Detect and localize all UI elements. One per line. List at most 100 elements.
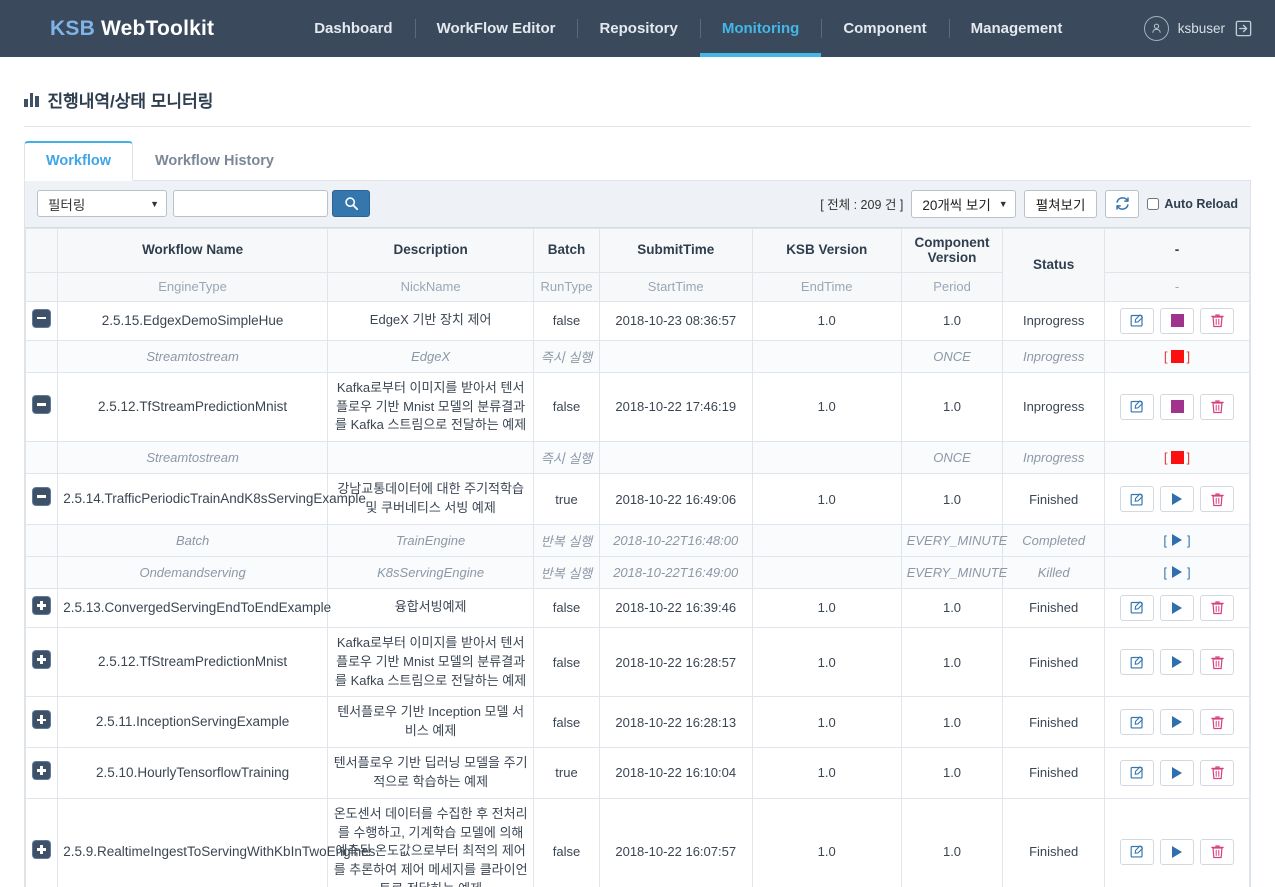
delete-button[interactable] bbox=[1200, 393, 1234, 420]
avatar-icon bbox=[1143, 16, 1169, 41]
page-header: 진행내역/상태 모니터링 bbox=[0, 57, 1275, 127]
nav-item-repository[interactable]: Repository bbox=[577, 0, 699, 57]
stop-button[interactable] bbox=[1160, 307, 1194, 334]
table-row: 2.5.12.TfStreamPredictionMnist Kafka로부터 이… bbox=[24, 371, 1250, 443]
expand-all-button[interactable]: 펼쳐보기 bbox=[1023, 189, 1098, 218]
cell-description: 텐서플로우 기반 딥러닝 모델을 주기적으로 학습하는 예제 bbox=[326, 747, 535, 799]
nav-item-management[interactable]: Management bbox=[948, 0, 1085, 57]
sub-expand-cell bbox=[24, 441, 59, 475]
run-button[interactable] bbox=[1160, 759, 1194, 786]
run-icon bbox=[1172, 566, 1182, 579]
edit-button[interactable] bbox=[1120, 393, 1154, 420]
edit-button[interactable] bbox=[1120, 307, 1154, 334]
row-expand-cell[interactable] bbox=[24, 626, 59, 698]
collapse-row-button[interactable] bbox=[33, 395, 51, 413]
th-component-version: Component Version bbox=[900, 227, 1004, 274]
delete-button[interactable] bbox=[1200, 709, 1234, 736]
edit-button[interactable] bbox=[1120, 486, 1154, 513]
row-expand-cell[interactable] bbox=[24, 473, 59, 525]
th-engine-type: EngineType bbox=[57, 272, 328, 302]
expand-row-button[interactable] bbox=[33, 651, 51, 669]
nav-item-workflow-editor[interactable]: WorkFlow Editor bbox=[414, 0, 578, 57]
total-count-label: [ 전체 : 209 건 ] bbox=[820, 198, 904, 212]
page-size-select[interactable]: 20개씩 보기 ▼ bbox=[911, 189, 1016, 218]
row-expand-cell[interactable] bbox=[24, 696, 59, 749]
username-label: ksbuser bbox=[1177, 21, 1225, 36]
run-icon bbox=[1172, 601, 1182, 614]
run-icon bbox=[1172, 534, 1182, 547]
table-row: 2.5.12.TfStreamPredictionMnist Kafka로부터 이… bbox=[24, 626, 1250, 698]
sub-stop-action[interactable]: [] bbox=[1110, 450, 1244, 465]
cell-submit-time: 2018-10-22 17:46:19 bbox=[598, 371, 753, 443]
th-ksb-version: KSB Version bbox=[751, 227, 902, 274]
cell-actions bbox=[1104, 300, 1250, 341]
cell-component-version: 1.0 bbox=[900, 300, 1004, 341]
row-expand-cell[interactable] bbox=[24, 797, 59, 887]
page-size-label: 20개씩 보기 bbox=[922, 197, 991, 213]
edit-button[interactable] bbox=[1120, 594, 1154, 621]
run-button[interactable] bbox=[1160, 594, 1194, 621]
page-title-row: 진행내역/상태 모니터링 bbox=[24, 87, 1251, 126]
edit-button[interactable] bbox=[1120, 649, 1154, 676]
run-button[interactable] bbox=[1160, 649, 1194, 676]
filter-select[interactable]: 필터링 ▼ bbox=[37, 190, 167, 217]
cell-run-type: 반복 실행 bbox=[533, 555, 600, 589]
delete-button[interactable] bbox=[1200, 594, 1234, 621]
nav-item-component[interactable]: Component bbox=[821, 0, 948, 57]
sub-run-action[interactable]: [] bbox=[1110, 533, 1244, 548]
cell-ksb-version: 1.0 bbox=[751, 797, 902, 887]
search-button[interactable] bbox=[332, 190, 370, 217]
cell-engine-type: Batch bbox=[57, 523, 328, 557]
cell-batch: false bbox=[533, 371, 600, 443]
tab-workflow[interactable]: Workflow bbox=[24, 141, 133, 181]
delete-button[interactable] bbox=[1200, 649, 1234, 676]
row-expand-cell[interactable] bbox=[24, 300, 59, 341]
tab-bar: Workflow Workflow History bbox=[0, 127, 1275, 181]
status-badge: Finished bbox=[1002, 587, 1105, 628]
run-button[interactable] bbox=[1160, 838, 1194, 865]
th-period: Period bbox=[900, 272, 1004, 302]
edit-button[interactable] bbox=[1120, 759, 1154, 786]
sub-stop-action[interactable]: [] bbox=[1110, 349, 1244, 364]
edit-button[interactable] bbox=[1120, 709, 1154, 736]
cell-submit-time: 2018-10-22 16:49:06 bbox=[598, 473, 753, 525]
sub-status-badge: Killed bbox=[1002, 555, 1105, 589]
nav-item-monitoring[interactable]: Monitoring bbox=[699, 0, 822, 57]
row-expand-cell[interactable] bbox=[24, 747, 59, 799]
expand-row-button[interactable] bbox=[33, 761, 51, 779]
collapse-row-button[interactable] bbox=[33, 488, 51, 506]
expand-row-button[interactable] bbox=[33, 596, 51, 614]
cell-workflow-name: 2.5.15.EdgexDemoSimpleHue bbox=[57, 300, 328, 341]
expand-row-button[interactable] bbox=[33, 711, 51, 729]
cell-batch: false bbox=[533, 696, 600, 749]
search-input[interactable] bbox=[173, 190, 328, 217]
delete-button[interactable] bbox=[1200, 307, 1234, 334]
delete-button[interactable] bbox=[1200, 838, 1234, 865]
cell-period: EVERY_MINUTE bbox=[900, 523, 1007, 557]
row-expand-cell[interactable] bbox=[24, 587, 59, 628]
table-row: 2.5.14.TrafficPeriodicTrainAndK8sServing… bbox=[24, 473, 1250, 525]
auto-reload-toggle[interactable]: Auto Reload bbox=[1147, 197, 1238, 211]
expand-row-button[interactable] bbox=[33, 840, 51, 858]
stop-button[interactable] bbox=[1160, 393, 1194, 420]
cell-workflow-name: 2.5.14.TrafficPeriodicTrainAndK8sServing… bbox=[57, 473, 366, 525]
auto-reload-checkbox[interactable] bbox=[1147, 197, 1160, 210]
sub-run-action[interactable]: [] bbox=[1110, 565, 1244, 580]
nav-item-dashboard[interactable]: Dashboard bbox=[292, 0, 414, 57]
run-button[interactable] bbox=[1160, 709, 1194, 736]
delete-button[interactable] bbox=[1200, 486, 1234, 513]
cell-description: 텐서플로우 기반 Inception 모델 서비스 예제 bbox=[326, 696, 535, 749]
tab-workflow-history[interactable]: Workflow History bbox=[133, 142, 296, 180]
cell-start-time: 2018-10-22T16:48:00 bbox=[598, 523, 753, 557]
delete-button[interactable] bbox=[1200, 759, 1234, 786]
logout-icon[interactable] bbox=[1234, 19, 1253, 38]
run-button[interactable] bbox=[1160, 486, 1194, 513]
row-expand-cell[interactable] bbox=[24, 371, 59, 443]
cell-sub-action: [] bbox=[1104, 555, 1250, 589]
edit-button[interactable] bbox=[1120, 838, 1154, 865]
cell-component-version: 1.0 bbox=[900, 371, 1004, 443]
brand-logo[interactable]: KSB WebToolkit bbox=[50, 17, 214, 41]
collapse-row-button[interactable] bbox=[33, 309, 51, 327]
refresh-button[interactable] bbox=[1105, 189, 1140, 218]
table-row: 2.5.11.InceptionServingExample 텐서플로우 기반 I… bbox=[24, 696, 1250, 749]
